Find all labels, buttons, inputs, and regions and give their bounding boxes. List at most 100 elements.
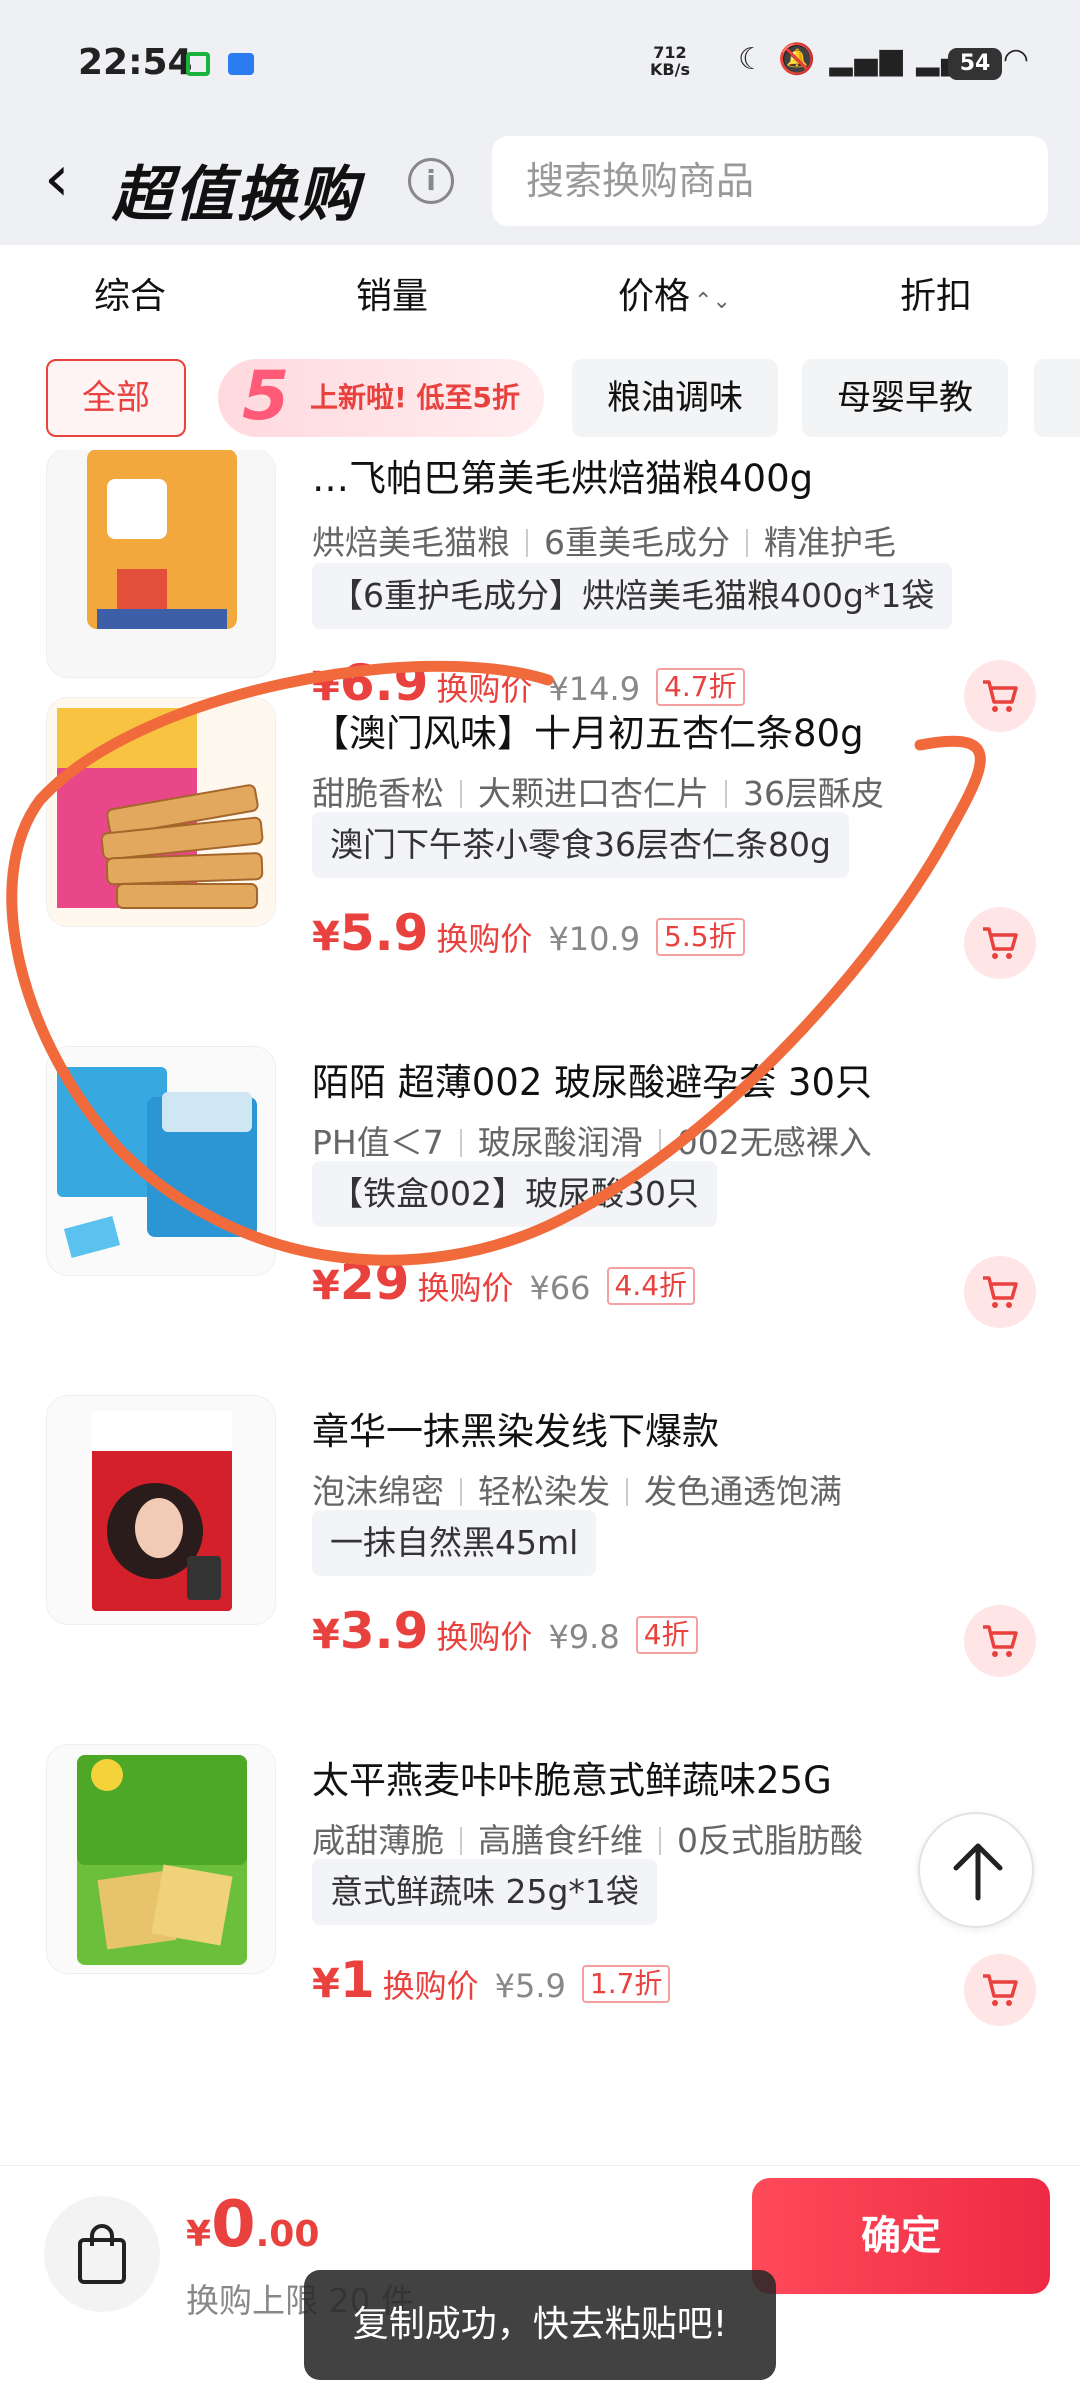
separator [659,1827,661,1855]
currency-symbol: ¥ [186,2214,212,2255]
exchange-price: 1 [339,1951,375,2009]
product-spec[interactable]: 【铁盒002】玻尿酸30只 [312,1161,717,1227]
list-item[interactable]: 太平燕麦咔咔脆意式鲜蔬味25G 咸甜薄脆 高膳食纤维 0反式脂肪酸 意式鲜蔬味 25… [0,1744,1080,2093]
add-to-cart-button[interactable] [964,1605,1036,1677]
sort-bar: 综合 销量 价格 ⌃⌄ 折扣 [0,245,1080,345]
status-bar: 22:54 712 KB/s ☾ 🔕 ▂▄▆ ▂▄▆ ◠ 54 [0,0,1080,130]
price-row: ¥5.9 换购价 ¥10.9 5.5折 [312,904,745,962]
network-speed: 712 KB/s [650,44,690,78]
original-price: ¥66 [529,1269,591,1307]
chip-grain-oil[interactable]: 粮油调味 [572,359,778,437]
product-features: 咸甜薄脆 高膳食纤维 0反式脂肪酸 [312,1814,863,1862]
feature-tag: 大颗进口杏仁片 [478,774,709,813]
exchange-price: 29 [339,1253,410,1311]
chevron-left-icon[interactable]: ‹ [44,144,70,214]
currency-symbol: ¥ [312,914,340,960]
sort-tab-comprehensive[interactable]: 综合 [94,267,166,319]
product-spec[interactable]: 意式鲜蔬味 25g*1袋 [312,1859,657,1925]
page-title: 超值换购 [112,160,360,230]
feature-tag: 36层酥皮 [743,774,884,813]
product-name: 太平燕麦咔咔脆意式鲜蔬味25G [312,1759,832,1802]
chip-baby-edu[interactable]: 母婴早教 [802,359,1008,437]
notification-icon [186,52,210,76]
shopping-bag-button[interactable] [44,2196,160,2312]
promo-number: 5 [242,357,290,436]
cart-icon [983,1974,1018,2006]
promo-text: 上新啦! 低至5折 [310,381,521,414]
feature-tag: 0反式脂肪酸 [677,1821,863,1860]
discount-badge: 5.5折 [656,918,745,956]
feature-tag: 002无感裸入 [676,1123,872,1162]
cart-icon [983,1276,1018,1308]
add-to-cart-button[interactable] [964,1954,1036,2026]
network-speed-value: 712 [653,43,687,62]
chip-next[interactable] [1034,359,1080,437]
toast-message: 复制成功，快去粘贴吧! [304,2270,776,2380]
cart-icon [983,927,1018,959]
original-price: ¥10.9 [548,920,641,958]
product-image[interactable] [46,1395,276,1625]
add-to-cart-button[interactable] [964,1256,1036,1328]
separator [725,780,727,808]
feature-tag: 烘焙美毛猫粮 [312,523,510,562]
back-to-top-button[interactable] [918,1812,1034,1928]
price-row: ¥29 换购价 ¥66 4.4折 [312,1253,696,1311]
arrow-up-icon [953,1843,1003,1901]
info-icon[interactable]: i [408,158,454,204]
currency-symbol: ¥ [312,1612,340,1658]
product-name: …飞帕巴第美毛烘焙猫粮400g [312,457,814,500]
list-item[interactable]: 章华一抹黑染发线下爆款 泡沫绵密 轻松染发 发色通透饱满 一抹自然黑45ml ¥3.… [0,1395,1080,1744]
list-item[interactable]: 陌陌 超薄002 玻尿酸避孕套 30只 PH值＜7 玻尿酸润滑 002无感裸入 【铁… [0,1046,1080,1395]
feature-tag: 发色通透饱满 [644,1472,842,1511]
separator [626,1478,628,1506]
product-spec[interactable]: 澳门下午茶小零食36层杏仁条80g [312,812,849,878]
discount-badge: 4.4折 [606,1267,696,1305]
price-tag: 换购价 [417,1269,514,1307]
price-row: ¥1 换购价 ¥5.9 1.7折 [312,1951,671,2009]
product-list: …飞帕巴第美毛烘焙猫粮400g 烘焙美毛猫粮 6重美毛成分 精准护毛 【6重护毛成分… [0,450,1080,2165]
total-decimal: .00 [255,2214,320,2255]
product-spec[interactable]: 一抹自然黑45ml [312,1510,597,1576]
separator [746,529,748,557]
price-tag: 换购价 [436,1618,533,1656]
chip-all[interactable]: 全部 [46,359,186,437]
page-header: ‹ 超值换购 i 搜索换购商品 [0,130,1080,245]
exchange-price: 5.9 [339,904,429,962]
list-item[interactable]: …飞帕巴第美毛烘焙猫粮400g 烘焙美毛猫粮 6重美毛成分 精准护毛 【6重护毛成分… [0,450,1080,732]
product-name: 章华一抹黑染发线下爆款 [312,1410,719,1453]
product-features: PH值＜7 玻尿酸润滑 002无感裸入 [312,1116,872,1164]
product-name: 【澳门风味】十月初五杏仁条80g [312,712,864,755]
feature-tag: 高膳食纤维 [478,1821,643,1860]
chip-promo[interactable]: 5 上新啦! 低至5折 [218,357,544,437]
product-features: 烘焙美毛猫粮 6重美毛成分 精准护毛 [312,516,896,564]
sort-tab-sales[interactable]: 销量 [356,267,428,319]
confirm-button[interactable]: 确定 [752,2178,1050,2294]
product-image[interactable] [46,1744,276,1974]
feature-tag: 轻松染发 [478,1472,610,1511]
feature-tag: 泡沫绵密 [312,1472,444,1511]
add-to-cart-button[interactable] [964,907,1036,979]
product-image[interactable] [46,450,276,678]
sort-tab-price[interactable]: 价格 ⌃⌄ [618,267,731,319]
feature-tag: 甜脆香松 [312,774,444,813]
separator [460,780,462,808]
currency-symbol: ¥ [312,1263,340,1309]
product-features: 泡沫绵密 轻松染发 发色通透饱满 [312,1465,842,1513]
product-spec[interactable]: 【6重护毛成分】烘焙美毛猫粮400g*1袋 [312,563,953,629]
product-features: 甜脆香松 大颗进口杏仁片 36层酥皮 [312,767,884,815]
feature-tag: 咸甜薄脆 [312,1821,444,1860]
feature-tag: 精准护毛 [764,523,896,562]
separator [658,1129,661,1157]
total-price: ¥0.00 [186,2188,319,2262]
notification-icon [228,53,254,75]
sort-tab-price-label: 价格 [618,276,691,317]
product-image[interactable] [46,1046,276,1276]
filter-chips: 全部 5 上新啦! 低至5折 粮油调味 母婴早教 [0,345,1080,450]
sort-tab-discount[interactable]: 折扣 [900,267,972,319]
product-image[interactable] [46,697,276,927]
list-item[interactable]: 【澳门风味】十月初五杏仁条80g 甜脆香松 大颗进口杏仁片 36层酥皮 澳门下午茶小… [0,697,1080,1046]
status-time: 22:54 [78,42,193,83]
price-row: ¥3.9 换购价 ¥9.8 4折 [312,1602,698,1660]
discount-badge: 1.7折 [581,1965,671,2003]
search-input[interactable]: 搜索换购商品 [492,136,1048,226]
